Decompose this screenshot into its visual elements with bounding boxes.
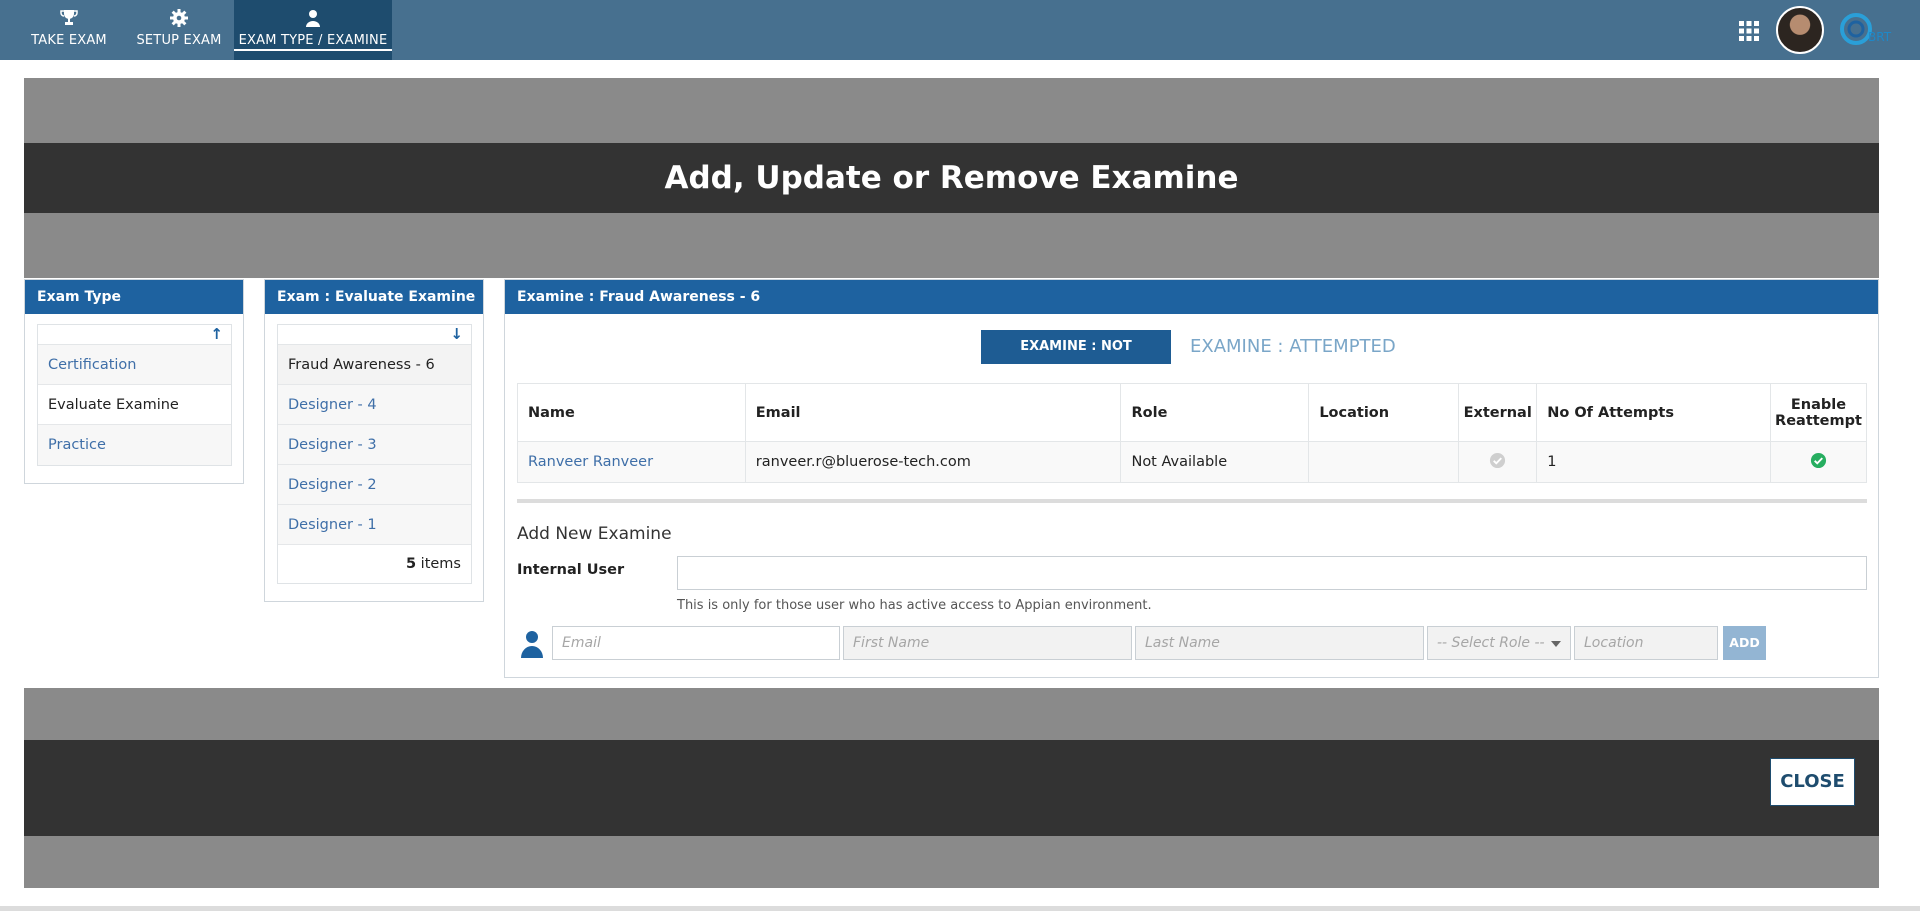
close-button[interactable]: CLOSE xyxy=(1770,758,1855,806)
brt-logo-icon: BRT xyxy=(1840,13,1892,45)
footer-band-bottom xyxy=(24,836,1879,888)
nav-take-exam[interactable]: TAKE EXAM xyxy=(24,0,114,60)
logo-text: BRT xyxy=(1868,30,1892,44)
cell-attempts: 1 xyxy=(1536,441,1771,483)
add-new-examine-title: Add New Examine xyxy=(517,524,672,544)
add-examine-button[interactable]: ADD xyxy=(1723,626,1766,660)
examine-panel-header: Examine : Fraud Awareness - 6 xyxy=(505,280,1878,314)
last-name-field[interactable]: Last Name xyxy=(1135,626,1424,660)
nav-setup-exam[interactable]: SETUP EXAM xyxy=(130,0,228,60)
exam-type-panel-header: Exam Type xyxy=(25,280,243,314)
exam-panel-header: Exam : Evaluate Examine xyxy=(265,280,483,314)
exam-type-item-certification[interactable]: Certification xyxy=(38,345,231,385)
cell-name[interactable]: Ranveer Ranveer xyxy=(517,441,746,483)
internal-user-hint: This is only for those user who has acti… xyxy=(677,598,1152,613)
page-title: Add, Update or Remove Examine xyxy=(664,160,1239,196)
exam-item-fraud-awareness-6[interactable]: Fraud Awareness - 6 xyxy=(278,345,471,385)
header-band-top xyxy=(24,78,1879,143)
user-icon xyxy=(306,10,320,27)
nav-setup-exam-label: SETUP EXAM xyxy=(136,33,222,48)
exam-sort-header[interactable]: ↓ xyxy=(278,325,471,345)
external-user-icon xyxy=(521,631,543,658)
window-bottom-edge xyxy=(0,906,1920,911)
gear-icon xyxy=(170,9,188,27)
exam-type-list: ↑ Certification Evaluate Examine Practic… xyxy=(37,324,232,466)
cell-location xyxy=(1308,441,1460,483)
check-circle-green-icon[interactable] xyxy=(1810,452,1827,469)
footer-band-main xyxy=(24,740,1879,836)
table-header-row: Name Email Role Location External No Of … xyxy=(517,383,1868,442)
location-field[interactable]: Location xyxy=(1574,626,1718,660)
tab-not-attempted[interactable]: EXAMINE : NOT ATTEMPTED xyxy=(981,330,1171,388)
col-attempts[interactable]: No Of Attempts xyxy=(1536,383,1771,442)
exam-item-designer-1[interactable]: Designer - 1 xyxy=(278,505,471,545)
email-field[interactable]: Email xyxy=(552,626,840,660)
sort-down-icon[interactable]: ↓ xyxy=(450,325,463,343)
first-name-field[interactable]: First Name xyxy=(843,626,1132,660)
col-email[interactable]: Email xyxy=(744,383,1122,442)
exam-type-panel: Exam Type ↑ Certification Evaluate Exami… xyxy=(24,279,244,484)
role-select-value: -- Select Role -- xyxy=(1437,635,1545,651)
header-band-bottom xyxy=(24,213,1879,278)
examine-table: Name Email Role Location External No Of … xyxy=(517,383,1868,483)
footer-band-top xyxy=(24,688,1879,740)
col-name[interactable]: Name xyxy=(517,383,746,442)
exam-panel: Exam : Evaluate Examine ↓ Fraud Awarenes… xyxy=(264,279,484,602)
trophy-icon xyxy=(60,10,78,25)
exam-item-designer-4[interactable]: Designer - 4 xyxy=(278,385,471,425)
user-avatar[interactable] xyxy=(1776,6,1824,54)
section-divider xyxy=(517,499,1867,503)
col-enable-reattempt[interactable]: Enable Reattempt xyxy=(1769,383,1868,442)
exam-list: ↓ Fraud Awareness - 6 Designer - 4 Desig… xyxy=(277,324,472,584)
exam-count: 5 xyxy=(405,556,417,572)
internal-user-label: Internal User xyxy=(517,562,625,578)
nav-exam-type-examine-label: EXAM TYPE / EXAMINE xyxy=(234,33,392,51)
cell-external xyxy=(1458,441,1538,483)
exam-type-item-evaluate-examine[interactable]: Evaluate Examine xyxy=(38,385,231,425)
exam-type-sort-header[interactable]: ↑ xyxy=(38,325,231,345)
cell-enable-reattempt[interactable] xyxy=(1769,441,1868,483)
top-nav-bar: TAKE EXAM SETUP EXAM EXAM TYPE / EXAMINE xyxy=(0,0,1920,60)
nav-exam-type-examine[interactable]: EXAM TYPE / EXAMINE xyxy=(234,0,392,60)
col-external[interactable]: External xyxy=(1458,383,1538,442)
nav-take-exam-label: TAKE EXAM xyxy=(31,33,107,48)
internal-user-input[interactable] xyxy=(677,556,1867,590)
cell-email: ranveer.r@bluerose-tech.com xyxy=(744,441,1122,483)
exam-list-footer: 5 items xyxy=(278,545,471,583)
col-location[interactable]: Location xyxy=(1308,383,1460,442)
apps-grid-icon[interactable] xyxy=(1738,20,1760,42)
exam-count-suffix: items xyxy=(420,556,461,572)
sort-up-icon[interactable]: ↑ xyxy=(210,325,223,343)
cell-role: Not Available xyxy=(1120,441,1310,483)
caret-down-icon xyxy=(1551,641,1561,647)
table-row: Ranveer Ranveer ranveer.r@bluerose-tech.… xyxy=(517,441,1868,483)
exam-item-designer-2[interactable]: Designer - 2 xyxy=(278,465,471,505)
tab-attempted[interactable]: EXAMINE : ATTEMPTED xyxy=(1190,330,1396,364)
exam-item-designer-3[interactable]: Designer - 3 xyxy=(278,425,471,465)
check-circle-gray-icon xyxy=(1490,452,1506,468)
col-role[interactable]: Role xyxy=(1120,383,1310,442)
role-select[interactable]: -- Select Role -- xyxy=(1427,626,1571,660)
exam-type-item-practice[interactable]: Practice xyxy=(38,425,231,465)
